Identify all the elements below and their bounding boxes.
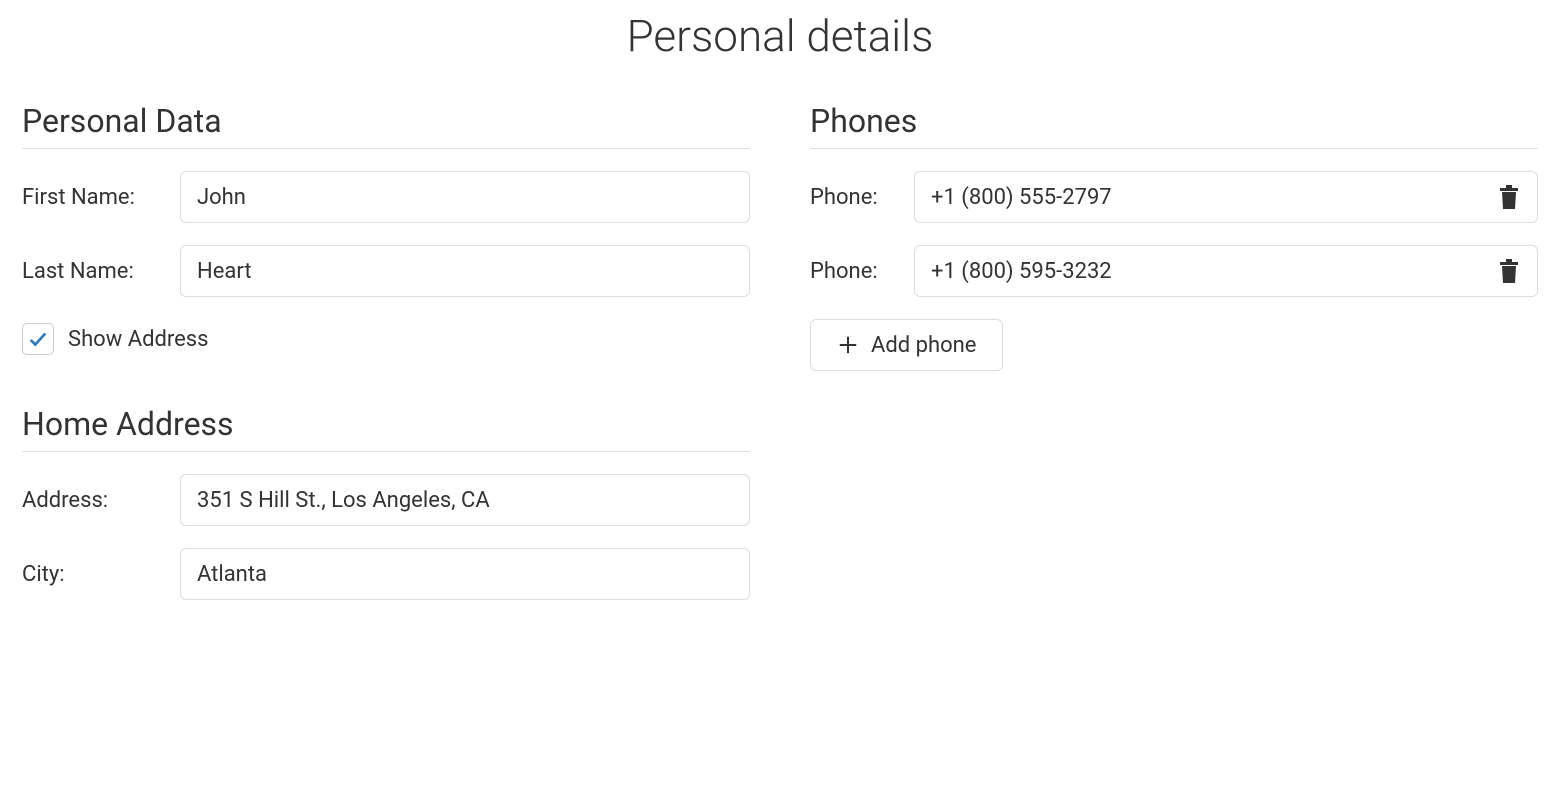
section-phones: Phones Phone:: [810, 102, 1538, 371]
city-input[interactable]: [180, 548, 750, 600]
phone-input-0[interactable]: [931, 185, 1493, 210]
plus-icon: [837, 334, 859, 356]
address-input[interactable]: [180, 474, 750, 526]
checkbox-label: Show Address: [68, 327, 209, 352]
field-last-name: Last Name:: [22, 245, 750, 297]
section-title-personal-data: Personal Data: [22, 102, 750, 149]
label-address: Address:: [22, 488, 180, 513]
label-city: City:: [22, 562, 180, 587]
add-phone-label: Add phone: [871, 333, 976, 358]
section-title-phones: Phones: [810, 102, 1538, 149]
checkbox-show-address[interactable]: Show Address: [22, 323, 750, 355]
checkbox-box[interactable]: [22, 323, 54, 355]
check-icon: [27, 328, 49, 350]
phone-input-wrap: [914, 171, 1538, 223]
label-phone: Phone:: [810, 185, 914, 210]
phone-input-wrap: [914, 245, 1538, 297]
add-phone-button[interactable]: Add phone: [810, 319, 1003, 371]
field-city: City:: [22, 548, 750, 600]
add-phone-row: Add phone: [810, 319, 1538, 371]
first-name-input[interactable]: [180, 171, 750, 223]
section-personal-data: Personal Data First Name: Last Name:: [22, 102, 750, 355]
delete-phone-button-1[interactable]: [1493, 254, 1525, 288]
field-phone-0: Phone:: [810, 171, 1538, 223]
field-phone-1: Phone:: [810, 245, 1538, 297]
label-first-name: First Name:: [22, 185, 180, 210]
page-title: Personal details: [22, 10, 1538, 62]
label-last-name: Last Name:: [22, 259, 180, 284]
last-name-input[interactable]: [180, 245, 750, 297]
trash-icon: [1497, 258, 1521, 284]
phone-input-1[interactable]: [931, 259, 1493, 284]
trash-icon: [1497, 184, 1521, 210]
section-home-address: Home Address Address: City:: [22, 405, 750, 600]
field-address: Address:: [22, 474, 750, 526]
field-first-name: First Name:: [22, 171, 750, 223]
delete-phone-button-0[interactable]: [1493, 180, 1525, 214]
section-title-home-address: Home Address: [22, 405, 750, 452]
label-phone: Phone:: [810, 259, 914, 284]
